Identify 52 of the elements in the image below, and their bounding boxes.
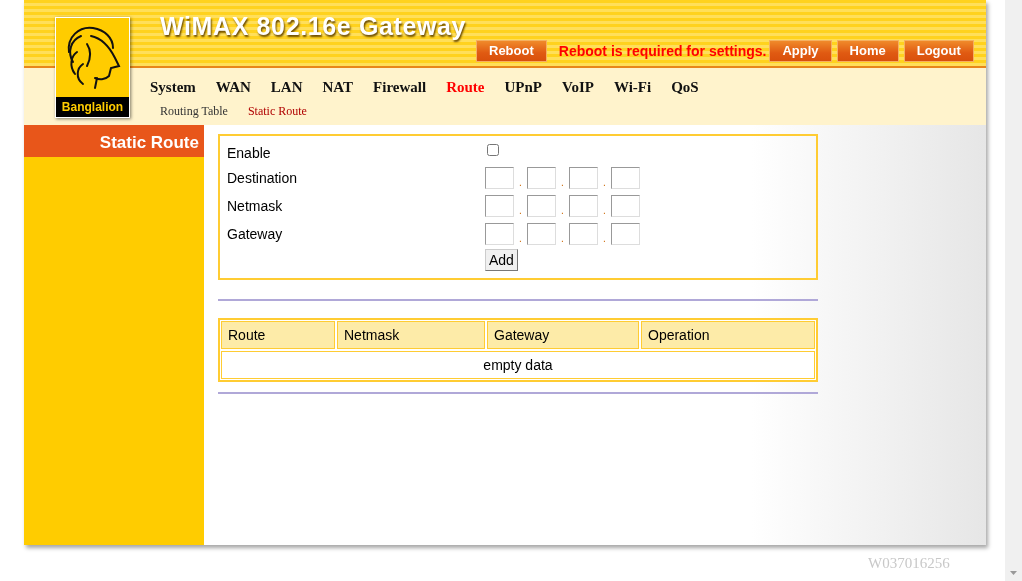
reboot-button[interactable]: Reboot	[476, 40, 547, 62]
dot-separator: .	[518, 204, 523, 218]
dot-separator: .	[560, 176, 565, 190]
dot-separator: .	[560, 204, 565, 218]
submenu-link[interactable]: Static Route	[247, 102, 307, 120]
submenu-link[interactable]: Routing Table	[160, 102, 228, 120]
ip-octet-field[interactable]	[485, 223, 514, 245]
menu-tab[interactable]: WAN	[215, 76, 251, 102]
menu-tab[interactable]: Wi-Fi	[613, 76, 652, 102]
dot-separator: .	[560, 232, 565, 246]
column-header: Route	[221, 321, 335, 349]
ip-octet-field[interactable]	[485, 167, 514, 189]
header-button[interactable]: Apply	[769, 40, 832, 62]
menu-tab[interactable]: System	[150, 76, 196, 102]
ip-octet-field[interactable]	[527, 195, 556, 217]
column-header: Operation	[641, 321, 815, 349]
column-header: Netmask	[337, 321, 485, 349]
ip-octet-field[interactable]	[527, 223, 556, 245]
header-button[interactable]: Logout	[903, 40, 974, 62]
enable-checkbox[interactable]	[487, 144, 499, 156]
dot-separator: .	[602, 232, 607, 246]
dot-separator: .	[518, 232, 523, 246]
scroll-down-icon[interactable]	[1010, 571, 1017, 575]
empty-data-cell: empty data	[221, 351, 815, 379]
form-label: Gateway	[227, 224, 284, 244]
dot-separator: .	[518, 176, 523, 190]
reboot-notice: Reboot is required for settings.	[558, 41, 767, 61]
column-header: Gateway	[487, 321, 639, 349]
logo-text: Banglalion	[56, 97, 129, 117]
form-label: Netmask	[227, 196, 284, 216]
menu-tab[interactable]: Firewall	[373, 76, 427, 102]
add-button[interactable]: Add	[485, 249, 518, 271]
gateway-title: WiMAX 802.16e Gateway	[160, 12, 467, 40]
menu-tab[interactable]: VoIP	[561, 76, 594, 102]
ip-octet-field[interactable]	[611, 223, 640, 245]
ip-octet-field[interactable]	[611, 195, 640, 217]
ip-octet-field[interactable]	[527, 167, 556, 189]
dot-separator: .	[602, 176, 607, 190]
ip-octet-field[interactable]	[485, 195, 514, 217]
menu-tab[interactable]: LAN	[270, 76, 303, 102]
ip-octet-field[interactable]	[569, 195, 598, 217]
ip-octet-field[interactable]	[611, 167, 640, 189]
ip-octet-field[interactable]	[569, 167, 598, 189]
menu-tab[interactable]: Route	[446, 76, 485, 102]
menu-tab[interactable]: UPnP	[504, 76, 542, 102]
menu-tab[interactable]: QoS	[671, 76, 699, 102]
menu-tab[interactable]: NAT	[322, 76, 354, 102]
dot-separator: .	[602, 204, 607, 218]
sidebar-heading: Static Route	[24, 125, 204, 157]
ip-octet-field[interactable]	[569, 223, 598, 245]
form-label: Enable	[227, 143, 272, 163]
form-label: Destination	[227, 168, 299, 188]
